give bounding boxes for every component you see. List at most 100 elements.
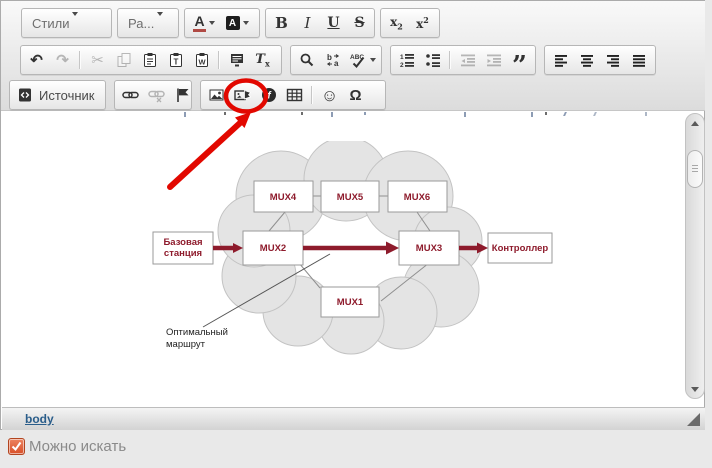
divider [79,51,81,69]
paste-button[interactable] [137,48,162,72]
replace-icon: ba [325,52,341,68]
chevron-down-icon [72,12,78,31]
smiley-icon: ☺ [321,87,338,104]
link-icon [122,87,139,103]
indent-button[interactable] [481,48,506,72]
clipboard-group: ↶ ↷ ✂ T W [20,45,282,75]
background-color-button[interactable]: A [221,11,253,35]
scroll-up-button[interactable] [686,116,704,130]
align-left-icon [553,52,569,68]
remove-format-button[interactable]: Tx [250,48,275,72]
find-group: ba ABC [290,45,382,75]
svg-text:MUX3: MUX3 [416,243,442,254]
search-icon [299,52,315,68]
bullet-list-button[interactable] [420,48,445,72]
search-checkbox-label: Можно искать [29,438,126,455]
subscript-button[interactable]: x2 [384,11,409,35]
editing-area[interactable]: Базовая станция MUX2 MUX3 MUX4 MUX5 MUX6… [2,111,685,407]
undo-icon: ↶ [30,53,43,68]
paste-word-icon: W [194,52,210,68]
svg-text:маршрут: маршрут [166,339,206,350]
styles-dropdown[interactable]: Стили [21,8,112,38]
unlink-button[interactable] [144,83,169,107]
image-button[interactable] [204,83,229,107]
path-body-link[interactable]: body [25,412,54,426]
smiley-button[interactable]: ☺ [317,83,342,107]
find-button[interactable] [294,48,319,72]
cut-icon: ✂ [91,53,104,68]
search-checkbox[interactable] [8,438,25,455]
outdent-button[interactable] [455,48,480,72]
link-button[interactable] [118,83,143,107]
omega-icon: Ω [349,88,361,103]
svg-text:MUX2: MUX2 [260,243,286,254]
redo-button[interactable]: ↷ [50,48,75,72]
check-icon [11,441,22,452]
strikethrough-button[interactable]: S [347,11,372,35]
paste-as-text-button[interactable]: T [163,48,188,72]
svg-text:станция: станция [164,248,202,259]
vertical-scrollbar[interactable] [685,113,705,399]
text-color-icon: A [193,14,205,32]
resize-grip[interactable] [687,413,700,426]
underline-button[interactable]: U [321,11,346,35]
flash-icon: f [261,87,277,103]
align-right-button[interactable] [600,48,625,72]
svg-text:MUX4: MUX4 [270,192,297,203]
chevron-down-icon [243,21,249,25]
svg-text:MUX5: MUX5 [337,192,364,203]
route-caption: Оптимальный маршрут [166,327,228,350]
italic-button[interactable]: I [295,11,320,35]
align-center-button[interactable] [574,48,599,72]
remove-format-icon: Tx [255,52,269,69]
scroll-down-button[interactable] [686,382,704,396]
color-group: A A [184,8,260,38]
network-diagram-image[interactable]: Базовая станция MUX2 MUX3 MUX4 MUX5 MUX6… [146,141,561,356]
image-embed-button[interactable] [230,83,255,107]
indent-icon [486,52,502,68]
justify-button[interactable] [626,48,651,72]
image-icon [208,87,225,103]
flag-icon [175,87,191,103]
svg-text:Базовая: Базовая [163,237,202,248]
justify-icon [631,52,647,68]
anchor-button[interactable] [170,83,195,107]
source-icon [17,87,33,103]
align-center-icon [579,52,595,68]
svg-text:MUX6: MUX6 [404,192,430,203]
divider [311,86,313,104]
select-all-button[interactable] [224,48,249,72]
paste-from-word-button[interactable]: W [189,48,214,72]
blockquote-button[interactable]: ” [507,48,532,72]
flash-button[interactable]: f [256,83,281,107]
bold-button[interactable]: B [269,11,294,35]
text-color-button[interactable]: A [188,11,220,35]
strikethrough-icon: S [354,15,364,31]
svg-text:1: 1 [400,54,404,61]
table-button[interactable] [282,83,307,107]
scrollbar-thumb[interactable] [687,150,703,188]
italic-icon: I [305,14,311,32]
undo-button[interactable]: ↶ [24,48,49,72]
copy-button[interactable] [111,48,136,72]
redo-icon: ↷ [56,53,69,68]
cut-button[interactable]: ✂ [85,48,110,72]
subscript-icon: x2 [390,15,403,31]
select-all-icon [229,52,245,68]
svg-text:b: b [327,53,332,62]
align-right-icon [605,52,621,68]
links-group [114,80,192,110]
svg-text:2: 2 [400,62,404,68]
svg-text:T: T [173,58,178,67]
replace-button[interactable]: ba [320,48,345,72]
font-size-dropdown[interactable]: Ра... [117,8,179,38]
outdent-icon [460,52,476,68]
source-button[interactable]: Источник [9,80,106,110]
special-char-button[interactable]: Ω [343,83,368,107]
spellcheck-button[interactable]: ABC [346,48,380,72]
insert-group: f ☺ Ω [200,80,386,110]
align-left-button[interactable] [548,48,573,72]
svg-text:Оптимальный: Оптимальный [166,327,228,338]
superscript-button[interactable]: x2 [410,11,435,35]
numbered-list-button[interactable]: 12 [394,48,419,72]
